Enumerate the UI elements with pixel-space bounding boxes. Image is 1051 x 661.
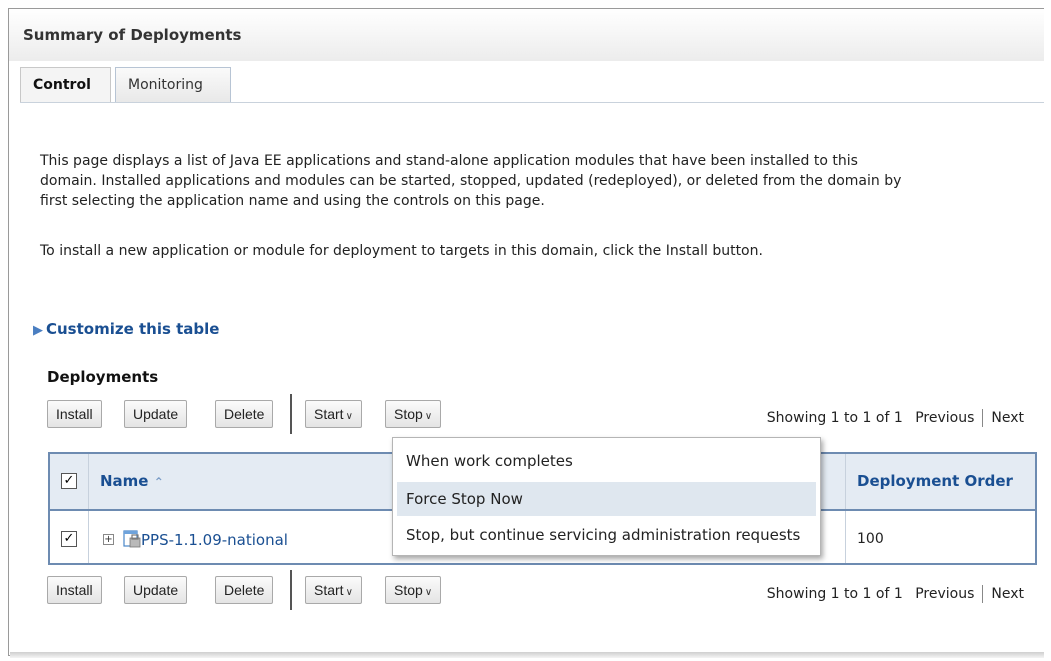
stop-dropdown-button[interactable]: Stop ∨ xyxy=(385,400,442,428)
stop-dropdown-button[interactable]: Stop ∨ xyxy=(385,576,442,604)
tab-monitoring[interactable]: Monitoring xyxy=(115,67,231,103)
application-name-link[interactable]: PPS-1.1.09-national xyxy=(141,531,288,549)
chevron-down-icon: ∨ xyxy=(424,587,433,598)
section-title: Deployments xyxy=(47,368,159,386)
delete-button[interactable]: Delete xyxy=(215,400,274,428)
pager-bottom: Showing 1 to 1 of 1 Previous Next xyxy=(767,585,1024,603)
column-divider xyxy=(88,454,89,509)
menu-item-force-stop-now[interactable]: Force Stop Now xyxy=(397,482,816,516)
column-header-name[interactable]: Name ⌃ xyxy=(100,472,164,490)
panel-shadow xyxy=(10,652,1044,658)
update-button[interactable]: Update xyxy=(124,576,188,604)
expand-triangle-icon: ▶ xyxy=(33,323,43,338)
expand-plus-icon[interactable]: + xyxy=(103,534,114,545)
toolbar-separator xyxy=(290,570,292,610)
stop-label: Stop xyxy=(394,406,423,422)
name-header-label: Name xyxy=(100,472,149,490)
pager-showing: Showing 1 to 1 of 1 xyxy=(766,410,903,426)
delete-button[interactable]: Delete xyxy=(215,576,274,604)
description-line-2: domain. Installed applications and modul… xyxy=(40,173,902,189)
customize-table-link[interactable]: ▶ Customize this table xyxy=(33,320,219,338)
column-divider xyxy=(845,511,846,563)
column-header-deployment-order[interactable]: Deployment Order xyxy=(857,472,1013,490)
customize-table-label: Customize this table xyxy=(46,320,220,338)
panel-header: Summary of Deployments xyxy=(9,9,1044,61)
sort-ascending-icon: ⌃ xyxy=(153,475,164,489)
stop-label: Stop xyxy=(394,582,423,598)
toolbar-separator xyxy=(290,394,292,434)
previous-link[interactable]: Previous xyxy=(915,586,974,602)
next-link[interactable]: Next xyxy=(991,586,1024,602)
menu-item-stop-continue-admin[interactable]: Stop, but continue servicing administrat… xyxy=(397,518,816,552)
description-line-1: This page displays a list of Java EE app… xyxy=(40,153,858,169)
page-title: Summary of Deployments xyxy=(23,26,242,44)
select-all-checkbox[interactable]: ✓ xyxy=(61,473,77,489)
chevron-down-icon: ∨ xyxy=(345,411,353,422)
column-divider xyxy=(845,454,846,509)
update-button[interactable]: Update xyxy=(124,400,188,428)
application-icon xyxy=(123,530,141,548)
start-dropdown-button[interactable]: Start ∨ xyxy=(305,400,362,428)
pager-divider xyxy=(982,409,984,427)
chevron-down-icon: ∨ xyxy=(424,411,433,422)
deployment-order-cell: 100 xyxy=(857,531,884,547)
pager-top: Showing 1 to 1 of 1 Previous Next xyxy=(767,409,1024,427)
deployments-panel: Summary of Deployments Control Monitorin… xyxy=(8,8,1044,656)
install-note: To install a new application or module f… xyxy=(40,243,763,259)
row-checkbox[interactable]: ✓ xyxy=(61,531,77,547)
pager-showing: Showing 1 to 1 of 1 xyxy=(766,586,903,602)
column-divider xyxy=(88,511,89,563)
menu-item-when-work-completes[interactable]: When work completes xyxy=(397,444,816,478)
tab-control[interactable]: Control xyxy=(20,67,111,103)
next-link[interactable]: Next xyxy=(991,410,1024,426)
install-button[interactable]: Install xyxy=(47,576,102,604)
tab-divider xyxy=(20,102,1044,103)
chevron-down-icon: ∨ xyxy=(345,587,353,598)
start-label: Start xyxy=(314,582,344,598)
description-line-3: first selecting the application name and… xyxy=(40,193,545,209)
start-label: Start xyxy=(314,406,344,422)
previous-link[interactable]: Previous xyxy=(915,410,974,426)
pager-divider xyxy=(982,585,984,603)
install-button[interactable]: Install xyxy=(47,400,102,428)
stop-dropdown-menu: When work completes Force Stop Now Stop,… xyxy=(392,437,821,556)
start-dropdown-button[interactable]: Start ∨ xyxy=(305,576,362,604)
